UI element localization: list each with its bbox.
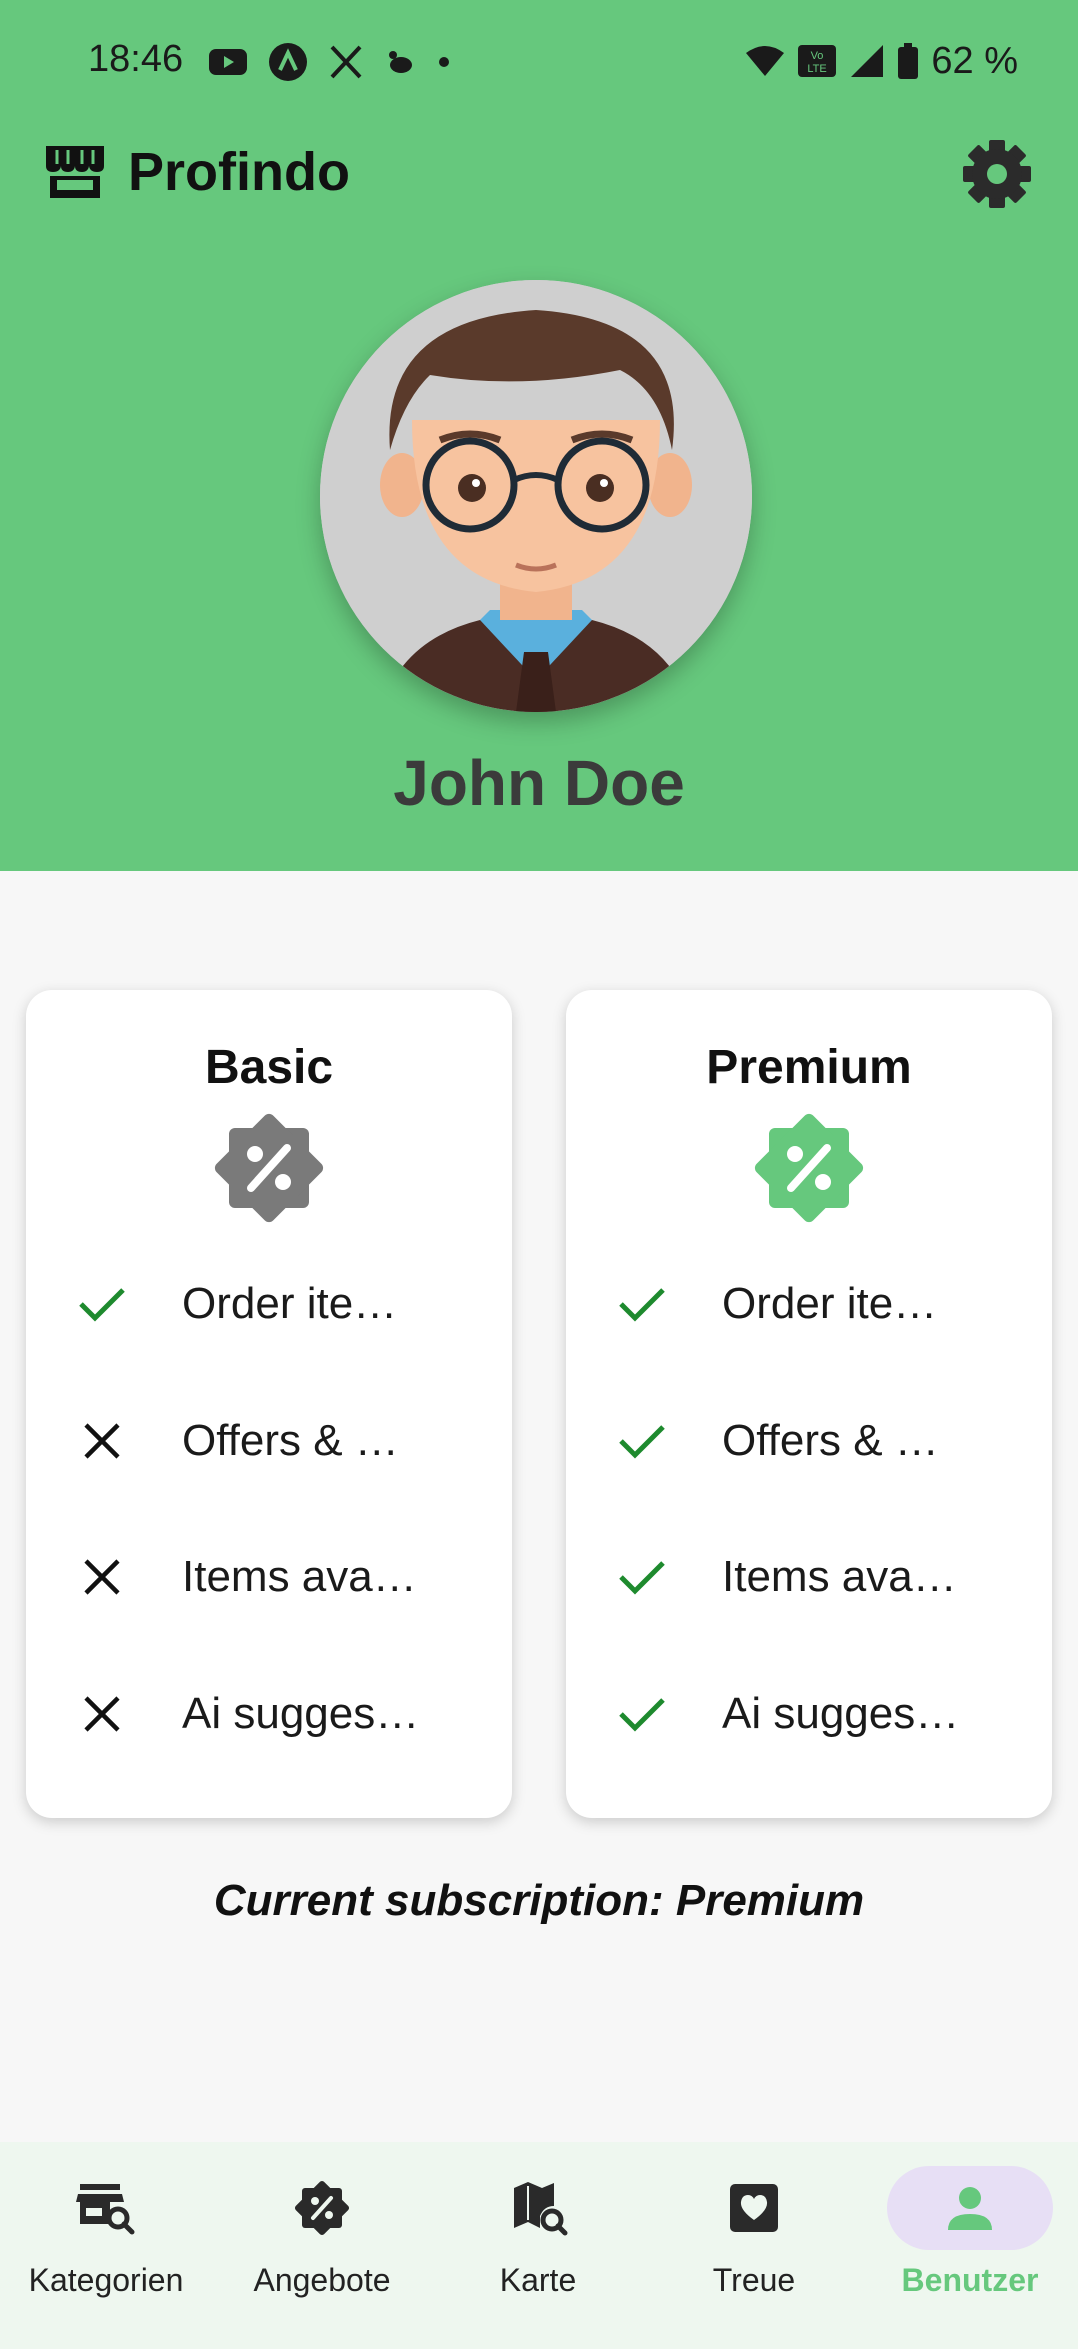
check-icon bbox=[79, 1288, 125, 1322]
discount-icon bbox=[294, 2180, 350, 2236]
youtube-icon bbox=[209, 49, 247, 75]
feature-text: Offers & … bbox=[722, 1416, 939, 1465]
nav-item-benutzer[interactable]: Benutzer bbox=[870, 2166, 1070, 2336]
person-icon bbox=[948, 2187, 992, 2230]
app-icon bbox=[389, 51, 412, 73]
feature-text: Items ava… bbox=[722, 1552, 957, 1601]
volte-icon: VoLTE bbox=[798, 45, 837, 77]
discount-badge-icon bbox=[214, 1113, 324, 1223]
nav-item-treue[interactable]: Treue bbox=[654, 2166, 854, 2336]
settings-button[interactable] bbox=[955, 132, 1039, 216]
feature-row: Order ite… bbox=[566, 1264, 1052, 1344]
feature-row: Order ite… bbox=[26, 1264, 512, 1344]
nav-label: Kategorien bbox=[28, 2262, 184, 2298]
nav-item-kategorien[interactable]: Kategorien bbox=[6, 2166, 206, 2336]
svg-text:Vo: Vo bbox=[811, 50, 824, 62]
discount-badge-icon bbox=[754, 1113, 864, 1223]
nav-item-karte[interactable]: Karte bbox=[438, 2166, 638, 2336]
store-icon bbox=[46, 146, 104, 198]
feature-row: Offers & … bbox=[26, 1401, 512, 1481]
app-bar: Profindo bbox=[0, 130, 1078, 220]
current-subscription: Current subscription: Premium bbox=[213, 1876, 865, 1925]
map-search-icon bbox=[514, 2182, 568, 2236]
status-right: Vo LTE 62 % bbox=[745, 38, 1018, 84]
feature-text: Ai sugges… bbox=[182, 1689, 420, 1738]
x-icon bbox=[330, 45, 362, 79]
user-name: John Doe bbox=[393, 747, 685, 819]
dot-icon bbox=[439, 57, 449, 67]
nav-item-angebote[interactable]: Angebote bbox=[222, 2166, 422, 2336]
status-time: 18:46 bbox=[88, 38, 184, 80]
notification-icon bbox=[269, 43, 307, 81]
profile-header: 18:46 Vo LTE 62 % Profindo John Doe bbox=[0, 0, 1078, 871]
nav-label: Karte bbox=[499, 2262, 577, 2298]
signal-icon bbox=[851, 45, 884, 77]
svg-text:LTE: LTE bbox=[808, 63, 827, 75]
feature-row: Ai sugges… bbox=[566, 1674, 1052, 1754]
check-icon bbox=[619, 1698, 665, 1732]
close-icon bbox=[84, 1696, 120, 1732]
feature-text: Order ite… bbox=[182, 1279, 398, 1328]
feature-row: Items ava… bbox=[26, 1537, 512, 1617]
wifi-icon bbox=[746, 46, 785, 76]
app-title: Profindo bbox=[128, 142, 350, 202]
status-left-icons bbox=[208, 40, 454, 84]
avatar[interactable] bbox=[320, 280, 752, 712]
close-icon bbox=[84, 1423, 120, 1459]
feature-text: Ai sugges… bbox=[722, 1689, 960, 1738]
nav-label: Benutzer bbox=[901, 2262, 1039, 2298]
battery-icon bbox=[898, 43, 919, 79]
plan-card-basic[interactable]: Basic Order ite… Offers & … Items ava… A… bbox=[26, 990, 512, 1818]
plan-card-premium[interactable]: Premium Order ite… Offers & … Items ava…… bbox=[566, 990, 1052, 1818]
feature-row: Ai sugges… bbox=[26, 1674, 512, 1754]
heart-icon bbox=[730, 2184, 778, 2232]
feature-text: Order ite… bbox=[722, 1279, 938, 1328]
nav-label: Treue bbox=[712, 2262, 796, 2298]
battery-percent: 62 % bbox=[931, 39, 1018, 82]
plan-title: Premium bbox=[706, 1041, 912, 1094]
check-icon bbox=[619, 1425, 665, 1459]
check-icon bbox=[619, 1561, 665, 1595]
gear-icon bbox=[963, 140, 1031, 208]
check-icon bbox=[619, 1288, 665, 1322]
status-bar: 18:46 Vo LTE 62 % bbox=[0, 0, 1078, 120]
feature-text: Items ava… bbox=[182, 1552, 417, 1601]
feature-row: Offers & … bbox=[566, 1401, 1052, 1481]
active-indicator bbox=[887, 2166, 1053, 2250]
plan-title: Basic bbox=[204, 1041, 334, 1094]
close-icon bbox=[84, 1559, 120, 1595]
nav-label: Angebote bbox=[253, 2262, 391, 2298]
bottom-nav: Kategorien Angebote Karte Treue Benutzer bbox=[0, 2142, 1078, 2349]
category-search-icon bbox=[76, 2184, 135, 2235]
avatar-illustration bbox=[320, 280, 752, 712]
feature-row: Items ava… bbox=[566, 1537, 1052, 1617]
feature-text: Offers & … bbox=[182, 1416, 399, 1465]
